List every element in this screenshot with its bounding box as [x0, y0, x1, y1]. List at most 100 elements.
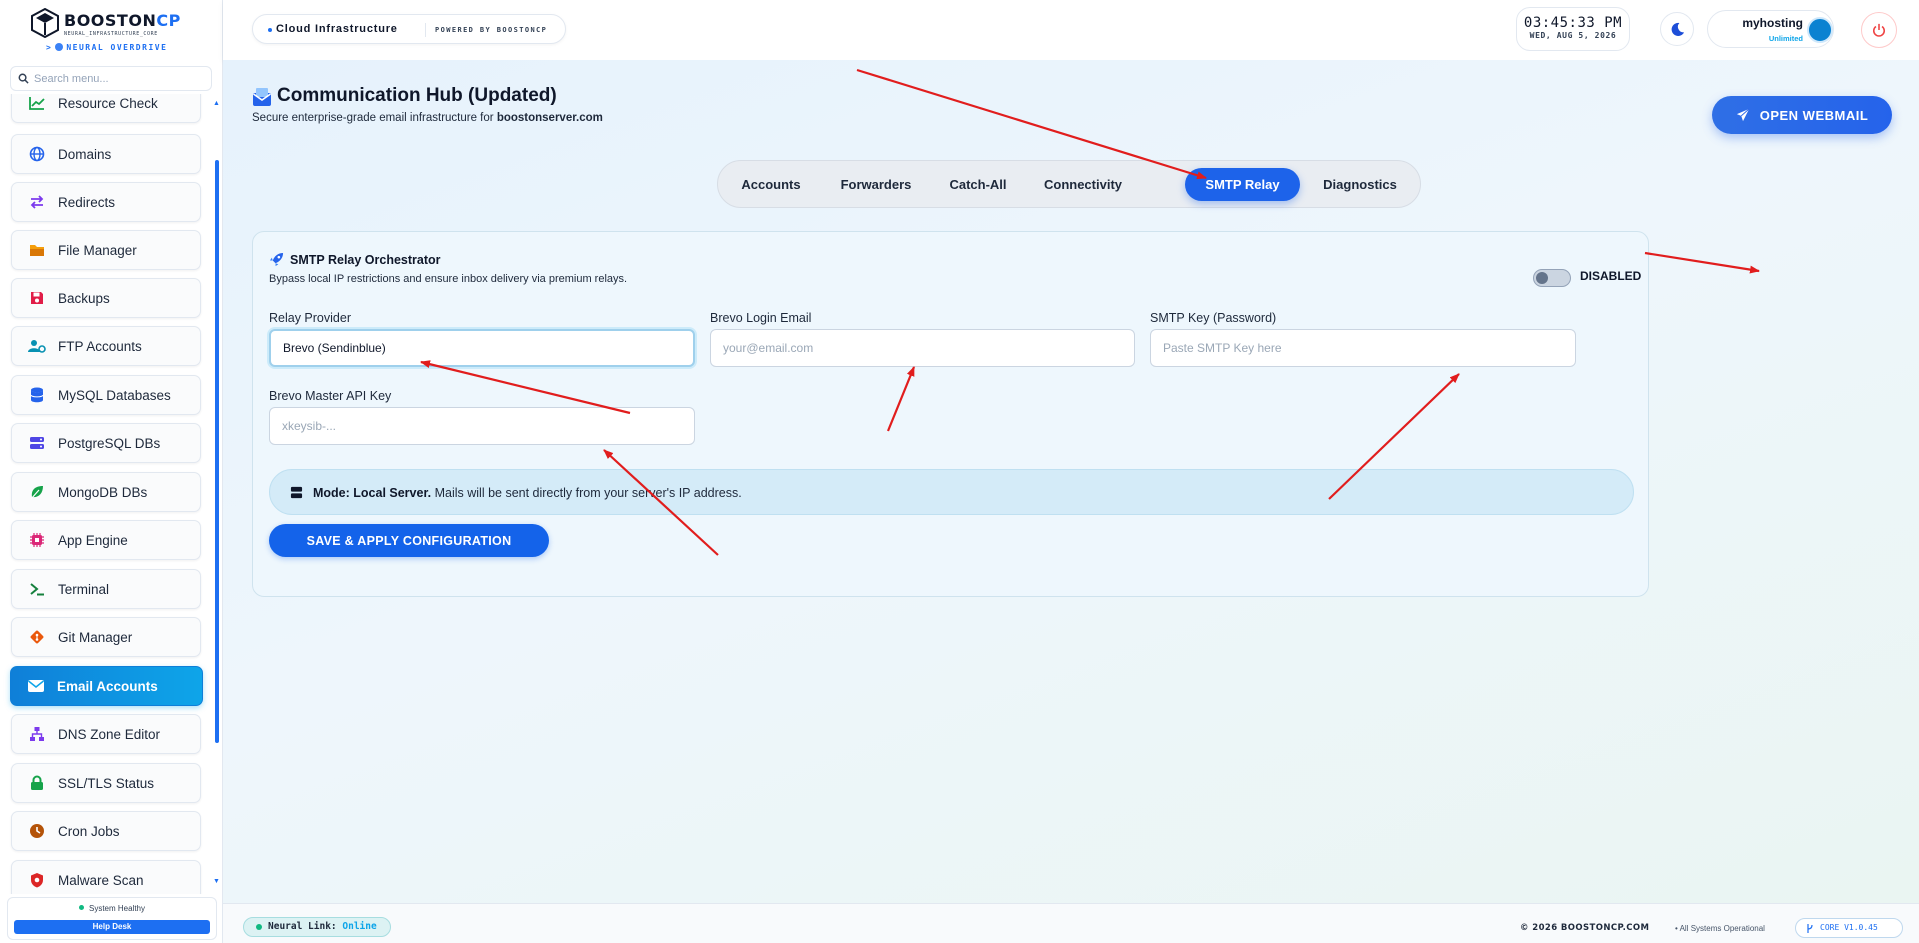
search-input[interactable] [34, 70, 204, 88]
tab-smtp-relay[interactable]: SMTP Relay [1185, 168, 1300, 201]
status-dot-icon [256, 924, 262, 930]
sidebar-item-ftp-accounts[interactable]: FTP Accounts [11, 326, 201, 366]
smtp-key-field[interactable] [1150, 329, 1576, 367]
sidebar-item-cron-jobs[interactable]: Cron Jobs [11, 811, 201, 851]
powered-by-label: POWERED BY BOOSTONCP [435, 26, 548, 34]
sidebar-item-dns-zone-editor[interactable]: DNS Zone Editor [11, 714, 201, 754]
footer: Neural Link: Online © 2026 BOOSTONCP.COM… [223, 903, 1919, 943]
arrows-exchange-icon [27, 192, 47, 212]
search-icon [18, 73, 29, 84]
page-title: Communication Hub (Updated) [277, 85, 557, 106]
api-key-label: Brevo Master API Key [269, 389, 392, 403]
rocket-icon [269, 252, 284, 267]
breadcrumb: Cloud Infrastructure POWERED BY BOOSTONC… [252, 14, 566, 44]
floppy-icon [27, 288, 47, 308]
tab-diagnostics[interactable]: Diagnostics [1310, 168, 1410, 201]
tab-forwarders[interactable]: Forwarders [826, 168, 926, 201]
brand-logo[interactable]: BOOSTONCP NEURAL_INFRASTRUCTURE_CORE > NE… [28, 8, 188, 56]
clock-icon [27, 821, 47, 841]
sidebar-item-label: MongoDB DBs [58, 484, 148, 500]
sidebar-item-label: Domains [58, 146, 112, 162]
folder-icon [27, 240, 47, 260]
scroll-up-arrow-icon[interactable]: ▲ [213, 100, 220, 107]
smtp-key-label: SMTP Key (Password) [1150, 311, 1277, 325]
relay-provider-label: Relay Provider [269, 311, 351, 325]
logout-button[interactable] [1861, 12, 1897, 48]
save-apply-button[interactable]: SAVE & APPLY CONFIGURATION [269, 524, 549, 557]
sidebar-item-label: Malware Scan [58, 872, 144, 888]
sidebar-item-email-accounts[interactable]: Email Accounts [10, 666, 203, 706]
lock-icon [27, 773, 47, 793]
sidebar-item-label: Git Manager [58, 629, 133, 645]
brevo-email-field[interactable] [710, 329, 1135, 367]
tab-accounts[interactable]: Accounts [728, 168, 814, 201]
brand-name: BOOSTONCP [64, 11, 181, 30]
clock-widget: 03:45:33 PM WED, AUG 5, 2026 [1516, 7, 1630, 51]
top-bar: Cloud Infrastructure POWERED BY BOOSTONC… [223, 0, 1919, 60]
domain-name: boostonserver.com [496, 112, 603, 124]
brand-tagline: NEURAL_INFRASTRUCTURE_CORE [64, 31, 158, 37]
theme-toggle-button[interactable] [1660, 12, 1694, 46]
clock-date: WED, AUG 5, 2026 [1529, 31, 1617, 40]
sidebar-item-label: SSL/TLS Status [58, 775, 155, 791]
mode-info-text: Mode: Local Server. Mails will be sent d… [313, 486, 742, 500]
tab-connectivity[interactable]: Connectivity [1030, 168, 1136, 201]
terminal-icon [27, 579, 47, 599]
sidebar-item-git-manager[interactable]: Git Manager [11, 617, 201, 657]
power-icon [1873, 23, 1885, 37]
plan-badge: Unlimited [1768, 34, 1803, 43]
sidebar-item-redirects[interactable]: Redirects [11, 182, 201, 222]
chip-icon [27, 530, 47, 550]
panel-title: SMTP Relay Orchestrator [290, 253, 441, 267]
sidebar-item-label: Redirects [58, 194, 116, 210]
git-icon [27, 627, 47, 647]
sitemap-icon [27, 724, 47, 744]
scroll-down-arrow-icon[interactable]: ▼ [213, 878, 220, 885]
help-desk-button[interactable]: Help Desk [14, 920, 210, 934]
status-dot-icon [78, 905, 84, 910]
sidebar-item-label: DNS Zone Editor [58, 726, 161, 742]
sidebar-item-domains[interactable]: Domains [11, 134, 201, 174]
tab-catch-all[interactable]: Catch-All [936, 168, 1020, 201]
main-content: Communication Hub (Updated) Secure enter… [223, 60, 1919, 903]
sidebar-item-app-engine[interactable]: App Engine [11, 520, 201, 560]
toggle-state-label: DISABLED [1580, 269, 1642, 283]
sidebar-item-mysql-databases[interactable]: MySQL Databases [11, 375, 201, 415]
user-menu[interactable]: myhosting Unlimited [1707, 10, 1834, 48]
brevo-email-label: Brevo Login Email [710, 311, 812, 325]
sidebar-item-label: Cron Jobs [58, 823, 120, 839]
system-health-status: System Healthy [8, 904, 216, 913]
globe-icon [27, 144, 47, 164]
sidebar-item-label: Resource Check [58, 95, 158, 111]
sidebar-item-label: App Engine [58, 532, 128, 548]
operations-status: • All Systems Operational [1675, 924, 1765, 933]
search-box [10, 66, 212, 91]
paper-plane-icon [1736, 108, 1750, 122]
system-status-box: System Healthy Help Desk [7, 897, 217, 940]
mailbox-icon [253, 88, 271, 106]
sidebar-scrollbar[interactable] [215, 160, 219, 743]
sidebar-menu: Resource Check Domains Redirects File Ma… [0, 94, 212, 894]
sidebar-item-postgresql-dbs[interactable]: PostgreSQL DBs [11, 423, 201, 463]
sidebar-item-resource-check[interactable]: Resource Check [11, 94, 201, 123]
cube-logo-icon [31, 8, 59, 38]
sidebar-item-ssl-tls-status[interactable]: SSL/TLS Status [11, 763, 201, 803]
api-key-field[interactable] [269, 407, 695, 445]
sidebar-item-file-manager[interactable]: File Manager [11, 230, 201, 270]
neural-link-status: Neural Link: Online [243, 917, 391, 937]
mode-badge: > NEURAL OVERDRIVE [46, 43, 168, 52]
sidebar-item-label: FTP Accounts [58, 338, 142, 354]
moon-icon [1671, 22, 1684, 36]
sidebar-item-terminal[interactable]: Terminal [11, 569, 201, 609]
webmail-label: OPEN WEBMAIL [1759, 107, 1869, 123]
avatar[interactable] [1807, 17, 1833, 43]
sidebar-item-backups[interactable]: Backups [11, 278, 201, 318]
relay-provider-select[interactable] [269, 329, 695, 367]
email-tabs: Accounts Forwarders Catch-All Connectivi… [717, 160, 1421, 208]
sidebar-item-malware-scan[interactable]: Malware Scan [11, 860, 201, 894]
relay-enable-toggle[interactable] [1533, 269, 1571, 287]
open-webmail-button[interactable]: OPEN WEBMAIL [1712, 96, 1892, 134]
shield-virus-icon [27, 870, 47, 890]
sidebar-item-label: MySQL Databases [58, 387, 171, 403]
sidebar-item-mongodb-dbs[interactable]: MongoDB DBs [11, 472, 201, 512]
